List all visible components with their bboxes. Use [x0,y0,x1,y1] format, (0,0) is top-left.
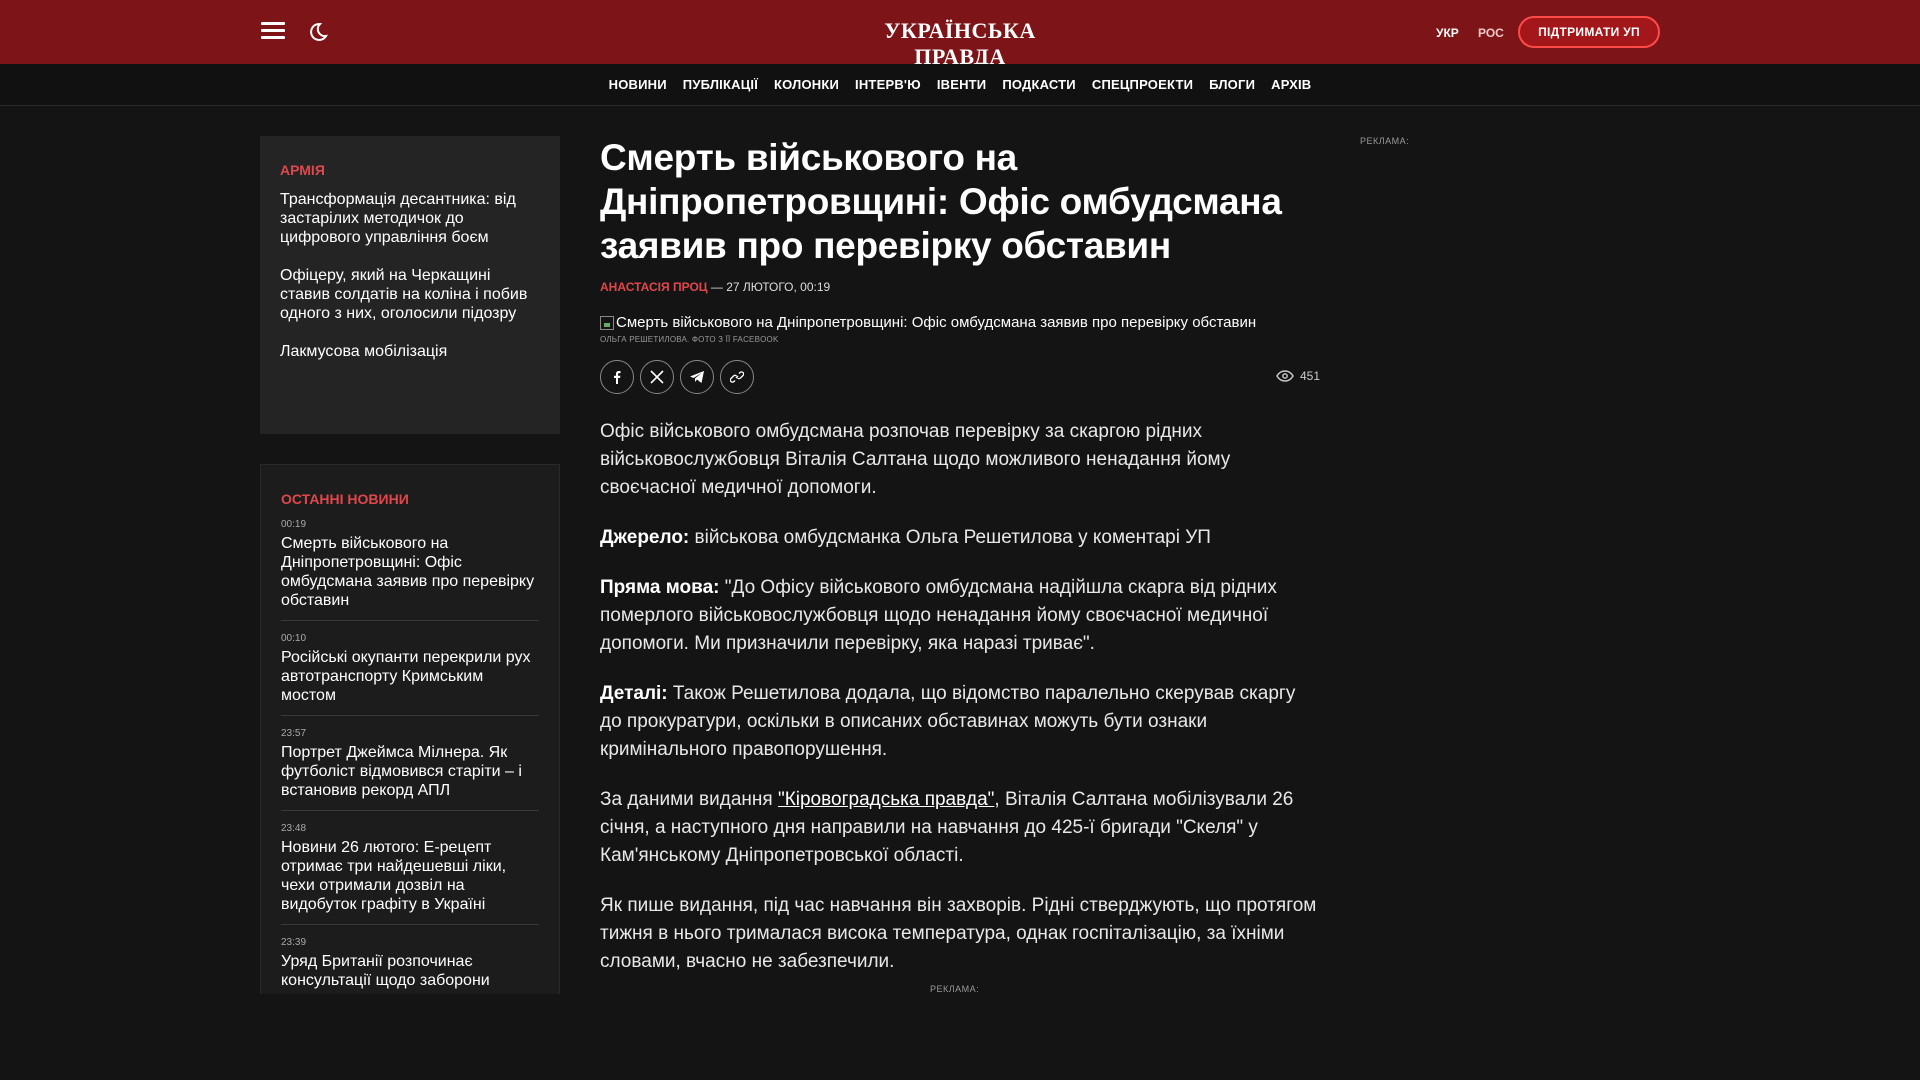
news-title[interactable]: Смерть військового на Дніпропетровщині: … [281,534,539,610]
news-title[interactable]: Новини 26 лютого: Е-рецепт отримає три н… [281,838,539,914]
nav-item-podcasts[interactable]: ПОДКАСТИ [1002,77,1076,92]
latest-news-item[interactable]: 00:10 Російські окупанти перекрили рух а… [281,621,539,716]
paragraph: Пряма мова: "До Офісу військового омбудс… [600,574,1320,658]
image-alt-text: Смерть військового на Дніпропетровщині: … [616,314,1257,331]
paragraph: Офіс військового омбудсмана розпочав пер… [600,421,1231,498]
news-time: 23:57 [281,728,307,739]
latest-news-item[interactable]: 23:57 Портрет Джеймса Мілнера. Як футбол… [281,716,539,811]
paragraph: За даними видання "Кіровоградська правда… [600,786,1320,870]
paragraph: Деталі: Також Решетилова додала, що відо… [600,680,1320,764]
source-link[interactable]: "Кіровоградська правда" [778,789,994,810]
main-nav: НОВИНИ ПУБЛІКАЦІЇ КОЛОНКИ ІНТЕРВ'Ю ІВЕНТ… [0,64,1920,106]
news-time: 23:48 [281,823,307,834]
army-article-link[interactable]: Офіцеру, який на Черкащині ставив солдат… [280,266,540,323]
army-article-link[interactable]: Трансформація десантника: від застарілих… [280,190,540,247]
image-caption: ОЛЬГА РЕШЕТИЛОВА. ФОТО З ЇЇ FACEBOOK [600,335,779,344]
news-title[interactable]: Російські окупанти перекрили рух автотра… [281,648,539,705]
nav-item-events[interactable]: ІВЕНТИ [937,77,987,92]
broken-image-icon [600,315,614,330]
nav-item-specprojects[interactable]: СПЕЦПРОЕКТИ [1092,77,1193,92]
facebook-icon [614,371,621,384]
telegram-share-button[interactable] [680,360,714,394]
dark-mode-icon[interactable] [305,20,329,44]
lang-ukr-link[interactable]: УКР [1436,26,1459,40]
x-share-button[interactable] [640,360,674,394]
details-label: Деталі: [600,683,668,704]
article-title: Смерть військового на Дніпропетровщині: … [600,137,1282,266]
news-title[interactable]: Портрет Джеймса Мілнера. Як футболіст ві… [281,743,539,800]
latest-news-card: ОСТАННІ НОВИНИ 00:19 Смерть військового … [260,464,560,1000]
byline: АНАСТАСІЯ ПРОЦ — 27 ЛЮТОГО, 00:19 [600,280,1320,294]
publish-date: — 27 ЛЮТОГО, 00:19 [710,280,831,294]
telegram-icon [690,371,704,383]
latest-news-title[interactable]: ОСТАННІ НОВИНИ [281,491,539,507]
quote-label: Пряма мова: [600,577,720,598]
paragraph: Як пише видання, під час навчання він за… [600,895,1317,972]
source-label: Джерело: [600,527,690,548]
article: Смерть військового на Дніпропетровщині: … [600,136,1320,976]
facebook-share-button[interactable] [600,360,634,394]
news-time: 00:19 [281,519,307,530]
x-icon [650,370,664,384]
paragraph: Джерело: військова омбудсманка Ольга Реш… [600,524,1320,552]
view-counter: 451 [1276,369,1320,383]
nav-item-publications[interactable]: ПУБЛІКАЦІЇ [683,77,758,92]
news-title[interactable]: Уряд Британії розпочинає консультації що… [281,952,539,990]
lang-ros-link[interactable]: РОС [1478,26,1504,40]
link-icon [730,371,744,383]
latest-news-item[interactable]: 23:48 Новини 26 лютого: Е-рецепт отримає… [281,811,539,925]
news-time: 23:39 [281,937,307,948]
article-image: Смерть військового на Дніпропетровщині: … [600,314,1320,331]
paragraph-text: Також Решетилова додала, що відомство па… [600,683,1296,760]
paragraph-text: За даними видання [600,789,778,810]
top-header: УКРАЇНСЬКА ПРАВДА УКР РОС ПІДТРИМАТИ УП [0,0,1920,69]
paragraph-text: військова омбудсманка Ольга Решетилова у… [689,527,1211,548]
nav-item-columns[interactable]: КОЛОНКИ [774,77,839,92]
support-button[interactable]: ПІДТРИМАТИ УП [1518,16,1660,48]
page-bottom [0,994,1920,1080]
nav-item-blogs[interactable]: БЛОГИ [1209,77,1255,92]
nav-item-interview[interactable]: ІНТЕРВ'Ю [855,77,921,92]
latest-news-item[interactable]: 23:39 Уряд Британії розпочинає консульта… [281,925,539,999]
site-logo[interactable]: УКРАЇНСЬКА ПРАВДА [860,18,1060,70]
army-card: АРМІЯ Трансформація десантника: від заст… [260,136,560,434]
ad-label-right: РЕКЛАМА: [1360,136,1410,146]
nav-item-news[interactable]: НОВИНИ [609,77,667,92]
menu-icon[interactable] [261,22,285,40]
author-link[interactable]: АНАСТАСІЯ ПРОЦ [600,280,708,294]
eye-icon [1276,370,1294,382]
article-body: Офіс військового омбудсмана розпочав пер… [600,418,1320,976]
army-tag[interactable]: АРМІЯ [280,162,540,178]
view-count: 451 [1299,369,1320,383]
latest-news-item[interactable]: 00:19 Смерть військового на Дніпропетров… [281,507,539,621]
ad-label-bottom: РЕКЛАМА: [930,984,980,994]
copy-link-button[interactable] [720,360,754,394]
news-time: 00:10 [281,633,307,644]
nav-item-archive[interactable]: АРХІВ [1271,77,1311,92]
share-row: 451 [600,360,1320,394]
army-article-link[interactable]: Лакмусова мобілізація [280,342,540,361]
